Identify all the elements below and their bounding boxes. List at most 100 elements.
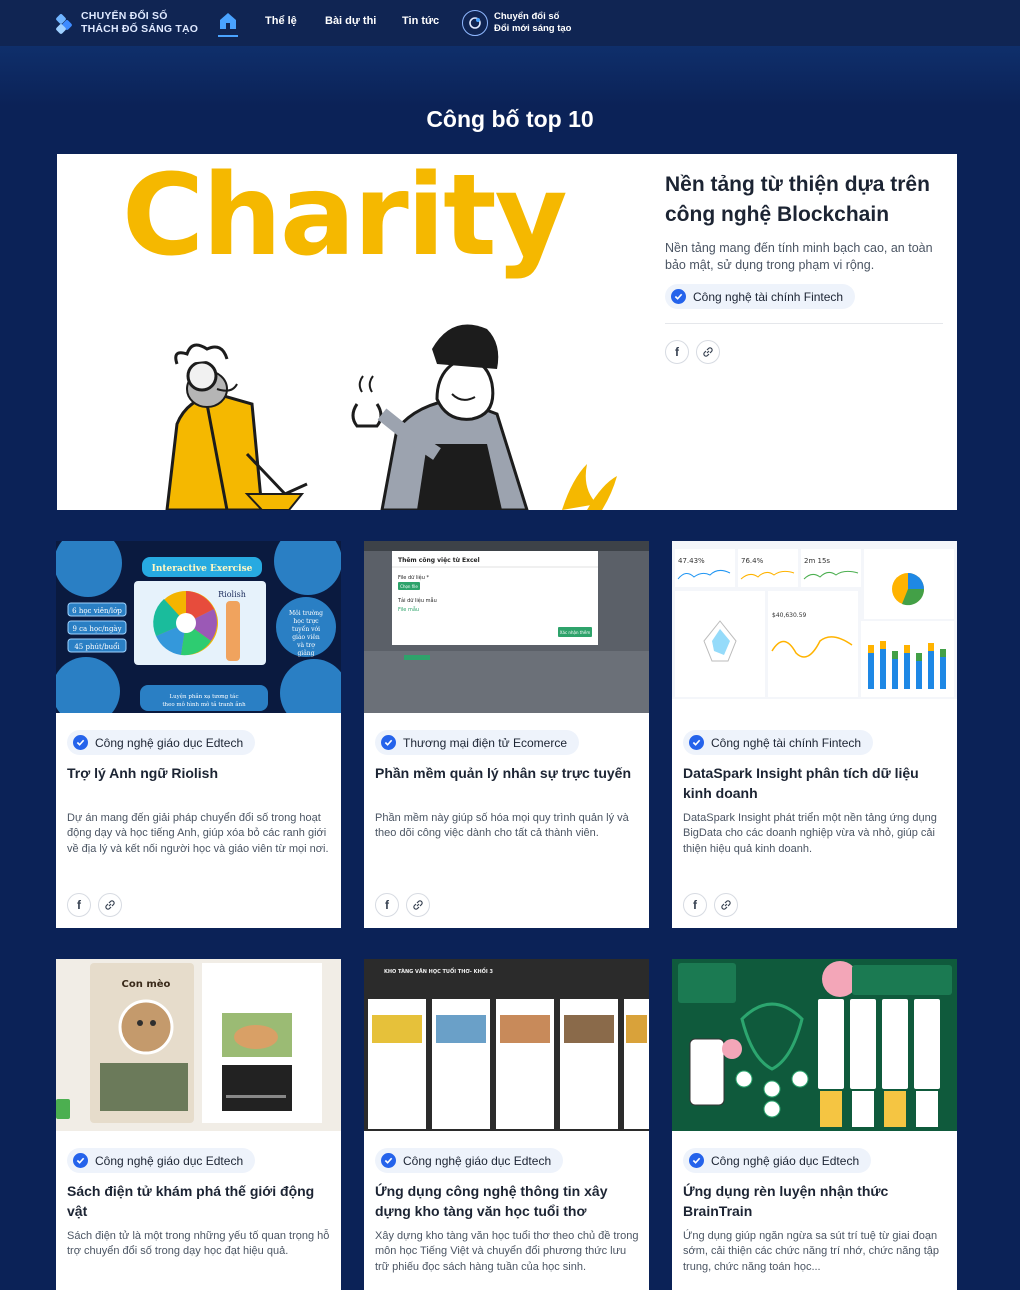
copy-link-button[interactable]: [714, 893, 738, 917]
logo-line-2: THÁCH ĐỐ SÁNG TẠO: [81, 23, 199, 35]
badge-line-2: Đổi mới sáng tạo: [494, 23, 572, 34]
ebook-heading: Con mèo: [122, 978, 171, 990]
top-nav: CHUYỂN ĐỔI SỐ THÁCH ĐỐ SÁNG TẠO Thể lệ B…: [0, 0, 1020, 46]
project-card[interactable]: Con mèo Công nghệ giáo dục Edtech Sách đ…: [56, 959, 341, 1290]
category-tag[interactable]: Công nghệ giáo dục Edtech: [67, 1148, 256, 1173]
tag-label: Công nghệ giáo dục Edtech: [403, 1153, 552, 1168]
dialog-confirm: Xác nhận thêm: [560, 630, 591, 635]
project-card[interactable]: Interactive Exercise Riolish 6 học viên/…: [56, 541, 341, 928]
check-icon: [689, 1153, 704, 1168]
link-icon: [105, 900, 115, 910]
card-title[interactable]: Ứng dụng công nghệ thông tin xây dựng kh…: [375, 1181, 640, 1221]
riolish-stat-2: 9 ca học/ngày: [72, 624, 121, 633]
logo-icon: [55, 12, 77, 35]
facebook-icon: f: [675, 345, 679, 359]
card-image: Con mèo: [56, 959, 341, 1131]
featured-info: Nền tảng từ thiện dựa trên công nghệ Blo…: [665, 170, 943, 364]
card-title[interactable]: Trợ lý Anh ngữ Riolish: [67, 763, 332, 783]
tag-label: Công nghệ tài chính Fintech: [693, 289, 844, 304]
header-glow: [0, 46, 1020, 106]
badge-icon: [462, 10, 488, 36]
divider: [665, 323, 943, 324]
card-image: KHO TÀNG VĂN HỌC TUỔI THƠ- KHỐI 3: [364, 959, 649, 1131]
facebook-icon: f: [77, 898, 81, 912]
facebook-share-button[interactable]: f: [665, 340, 689, 364]
featured-title[interactable]: Nền tảng từ thiện dựa trên công nghệ Blo…: [665, 170, 943, 230]
young-man-illustration: [351, 324, 617, 510]
project-card[interactable]: Công nghệ giáo dục Edtech Ứng dụng rèn l…: [672, 959, 957, 1290]
riolish-stat-3: 45 phút/buổi: [74, 642, 120, 651]
copy-link-button[interactable]: [696, 340, 720, 364]
facebook-icon: f: [693, 898, 697, 912]
nav-link-rules[interactable]: Thể lệ: [265, 15, 297, 27]
card-title[interactable]: DataSpark Insight phân tích dữ liệu kinh…: [683, 763, 948, 803]
check-icon: [689, 735, 704, 750]
nav-link-entries[interactable]: Bài dự thi: [325, 15, 376, 27]
card-image: 47.43% 76.4% 2m 15s $40,630.59: [672, 541, 957, 713]
card-description: Sách điện tử là một trong những yếu tố q…: [67, 1230, 330, 1258]
link-icon: [413, 900, 423, 910]
riolish-banner: Interactive Exercise: [152, 564, 253, 574]
nav-link-news[interactable]: Tin tức: [402, 15, 439, 27]
dialog-field-2: Tải dữ liệu mẫu: [397, 597, 437, 604]
home-icon: [220, 13, 236, 29]
tag-label: Công nghệ giáo dục Edtech: [711, 1153, 860, 1168]
project-card[interactable]: 47.43% 76.4% 2m 15s $40,630.59 Công nghệ…: [672, 541, 957, 928]
kpi-1: 47.43%: [678, 557, 705, 565]
card-image: [672, 959, 957, 1131]
site-logo[interactable]: CHUYỂN ĐỔI SỐ THÁCH ĐỐ SÁNG TẠO: [55, 10, 198, 36]
home-link[interactable]: [218, 11, 238, 37]
card-description: Phần mềm này giúp số hóa mọi quy trình q…: [375, 812, 629, 840]
link-icon: [703, 347, 713, 357]
project-card[interactable]: KHO TÀNG VĂN HỌC TUỔI THƠ- KHỐI 3 Công n…: [364, 959, 649, 1290]
logo-line-1: CHUYỂN ĐỔI SỐ: [81, 10, 168, 22]
check-icon: [73, 1153, 88, 1168]
check-icon: [381, 735, 396, 750]
logo-text: CHUYỂN ĐỔI SỐ THÁCH ĐỐ SÁNG TẠO: [81, 10, 198, 36]
dialog-sample-link: File mẫu: [398, 606, 419, 613]
featured-card[interactable]: Charity Nền tảng từ thiện dựa trên công …: [57, 154, 957, 510]
tag-label: Thương mại điện tử Ecomerce: [403, 735, 567, 750]
category-tag[interactable]: Thương mại điện tử Ecomerce: [375, 730, 579, 755]
card-image: Thêm công việc từ Excel File dữ liệu * C…: [364, 541, 649, 713]
copy-link-button[interactable]: [98, 893, 122, 917]
category-tag[interactable]: Công nghệ giáo dục Edtech: [67, 730, 256, 755]
category-tag[interactable]: Công nghệ giáo dục Edtech: [375, 1148, 564, 1173]
riolish-center-label: Riolish: [218, 590, 246, 599]
badge-text: Chuyển đổi số Đổi mới sáng tạo: [494, 11, 571, 35]
card-title[interactable]: Ứng dụng rèn luyện nhận thức BrainTrain: [683, 1181, 948, 1221]
card-description: DataSpark Insight phát triển một nền tản…: [683, 812, 937, 855]
charity-word: Charity: [122, 154, 566, 281]
card-title[interactable]: Sách điện tử khám phá thế giới động vật: [67, 1181, 332, 1221]
category-tag[interactable]: Công nghệ giáo dục Edtech: [683, 1148, 872, 1173]
old-man-illustration: [165, 343, 308, 510]
tag-label: Công nghệ tài chính Fintech: [711, 735, 862, 750]
facebook-share-button[interactable]: f: [67, 893, 91, 917]
check-icon: [381, 1153, 396, 1168]
category-tag[interactable]: Công nghệ tài chính Fintech: [683, 730, 874, 755]
card-image: Interactive Exercise Riolish 6 học viên/…: [56, 541, 341, 713]
tag-label: Công nghệ giáo dục Edtech: [95, 1153, 244, 1168]
kpi-3: 2m 15s: [804, 557, 830, 565]
share-buttons: f: [67, 893, 122, 917]
dialog-field-1: File dữ liệu *: [398, 574, 430, 581]
featured-category-tag[interactable]: Công nghệ tài chính Fintech: [665, 284, 856, 309]
literature-heading: KHO TÀNG VĂN HỌC TUỔI THƠ- KHỐI 3: [384, 967, 493, 975]
featured-image: Charity: [57, 154, 647, 510]
revenue-value: $40,630.59: [772, 612, 807, 619]
link-icon: [721, 900, 731, 910]
copy-link-button[interactable]: [406, 893, 430, 917]
share-buttons: f: [375, 893, 430, 917]
share-buttons: f: [665, 340, 943, 364]
page-title: Công bố top 10: [426, 106, 594, 132]
event-badge[interactable]: Chuyển đổi số Đổi mới sáng tạo: [462, 10, 571, 36]
card-description: Ứng dụng giúp ngăn ngừa sa sút trí tuệ t…: [683, 1230, 940, 1273]
featured-description: Nền tảng mang đến tính minh bạch cao, an…: [665, 241, 933, 272]
card-description: Dự án mang đến giải pháp chuyển đổi số t…: [67, 812, 329, 855]
facebook-share-button[interactable]: f: [375, 893, 399, 917]
check-icon: [73, 735, 88, 750]
project-card[interactable]: Thêm công việc từ Excel File dữ liệu * C…: [364, 541, 649, 928]
kpi-2: 76.4%: [741, 557, 764, 565]
facebook-share-button[interactable]: f: [683, 893, 707, 917]
card-title[interactable]: Phần mềm quản lý nhân sự trực tuyến: [375, 763, 640, 783]
